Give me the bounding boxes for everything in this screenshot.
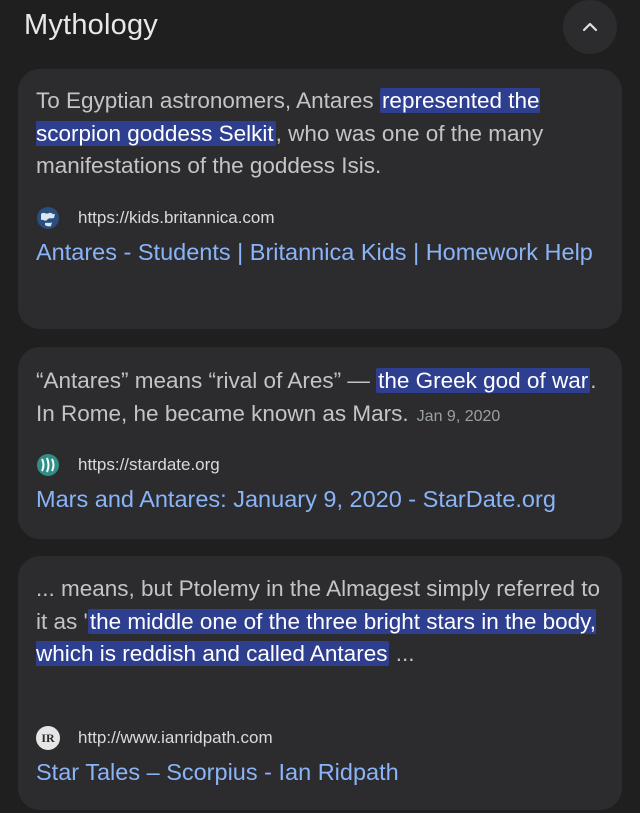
snippet-highlight: the middle one of the three bright stars… xyxy=(36,608,596,666)
globe-icon xyxy=(36,206,60,230)
collapse-button[interactable] xyxy=(563,0,617,54)
result-card[interactable]: “Antares” means “rival of Ares” — the Gr… xyxy=(18,347,622,539)
result-snippet: “Antares” means “rival of Ares” — the Gr… xyxy=(36,365,614,433)
source-row[interactable]: https://stardate.org xyxy=(36,452,220,478)
result-card[interactable]: ... means, but Ptolemy in the Almagest s… xyxy=(18,556,622,810)
snippet-text: ... xyxy=(389,641,415,666)
source-url: https://stardate.org xyxy=(78,455,220,474)
favicon-label: IR xyxy=(41,730,55,745)
result-card[interactable]: To Egyptian astronomers, Antares represe… xyxy=(18,69,622,329)
section-title: Mythology xyxy=(24,9,158,41)
snippet-text: To Egyptian astronomers, Antares xyxy=(36,88,380,113)
result-date: Jan 9, 2020 xyxy=(416,407,501,425)
chevron-up-icon xyxy=(582,22,598,32)
source-row[interactable]: IR http://www.ianridpath.com xyxy=(36,725,273,751)
source-url: https://kids.britannica.com xyxy=(78,208,275,227)
result-snippet: ... means, but Ptolemy in the Almagest s… xyxy=(36,573,606,671)
result-link[interactable]: Antares - Students | Britannica Kids | H… xyxy=(36,233,596,272)
snippet-text: “Antares” means “rival of Ares” — xyxy=(36,368,377,393)
result-link[interactable]: Mars and Antares: January 9, 2020 - Star… xyxy=(36,480,596,519)
ir-logo-icon: IR xyxy=(36,726,60,750)
source-row[interactable]: https://kids.britannica.com xyxy=(36,205,275,231)
snippet-highlight: the Greek god of war xyxy=(376,368,591,393)
result-snippet: To Egyptian astronomers, Antares represe… xyxy=(36,85,606,183)
stardate-logo-icon xyxy=(36,453,60,477)
source-url: http://www.ianridpath.com xyxy=(78,728,273,747)
section-header: Mythology xyxy=(0,0,640,60)
result-link[interactable]: Star Tales – Scorpius - Ian Ridpath xyxy=(36,753,596,792)
